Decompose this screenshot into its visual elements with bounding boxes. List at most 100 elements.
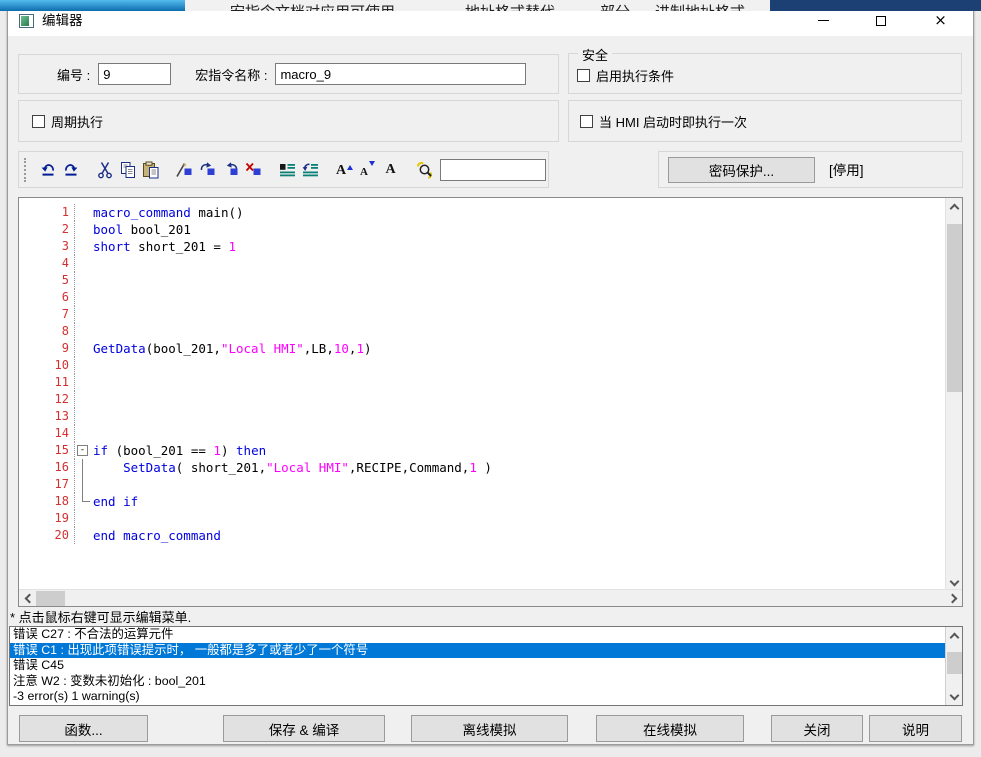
background-window-fragment (770, 0, 981, 11)
line-number: 13 (19, 408, 75, 425)
code-line: 17 (19, 476, 946, 493)
cut-icon[interactable] (93, 158, 116, 182)
code-editor[interactable]: 1 macro_command main() 2 bool bool_2013shor… (18, 197, 963, 607)
macro-name-input[interactable] (275, 63, 526, 85)
code-line: 5 (19, 272, 946, 289)
font-enlarge-icon[interactable]: A (333, 158, 356, 182)
fold-column (75, 493, 93, 510)
run-on-startup-checkbox[interactable] (580, 115, 593, 128)
line-number: 16 (19, 459, 75, 476)
online-simulation-button[interactable]: 在线模拟 (596, 715, 744, 742)
horizontal-scroll-thumb[interactable] (36, 591, 65, 606)
scroll-right-button[interactable] (945, 590, 962, 607)
code-text: macro_command main() (93, 205, 244, 220)
redo-icon[interactable] (59, 158, 82, 182)
code-line: 20 end macro_command (19, 527, 946, 544)
paste-icon[interactable] (139, 158, 162, 182)
clear-bookmarks-icon[interactable] (242, 158, 265, 182)
save-compile-button[interactable]: 保存 & 编译 (223, 715, 385, 742)
compile-message-row[interactable]: 错误 C27 : 不合法的运算元件 (10, 627, 962, 643)
error-scroll-up-button[interactable] (946, 627, 963, 644)
editor-vertical-scrollbar[interactable] (945, 198, 962, 591)
functions-button[interactable]: 函数... (19, 715, 148, 742)
font-shrink-icon[interactable]: A (356, 158, 379, 182)
editor-horizontal-scrollbar[interactable] (19, 589, 962, 606)
compile-message-row[interactable]: 注意 W2 : 变数未初始化 : bool_201 (10, 674, 962, 690)
fold-column (75, 221, 93, 238)
fold-column (75, 527, 93, 544)
error-list-scrollbar[interactable] (945, 627, 962, 705)
periodic-checkbox[interactable] (32, 115, 45, 128)
line-number: 17 (19, 476, 75, 493)
background-strip: 宏指令文档对应用可使用 地址格式替代 部分 进制地址格式 (0, 0, 981, 11)
fold-column (75, 323, 93, 340)
font-normal-icon[interactable]: A (379, 158, 402, 182)
error-scroll-down-button[interactable] (946, 688, 963, 705)
undo-icon[interactable] (36, 158, 59, 182)
toolbar-grip[interactable] (24, 158, 28, 182)
fold-column (75, 204, 93, 221)
find-input[interactable] (440, 159, 546, 181)
code-view[interactable]: 1 macro_command main() 2 bool bool_2013shor… (19, 198, 946, 590)
code-line: 1 macro_command main() (19, 204, 946, 221)
macro-name-label: 宏指令名称 : (195, 65, 267, 84)
chevron-left-icon (24, 594, 34, 604)
next-bookmark-icon[interactable] (196, 158, 219, 182)
toggle-bookmark-icon[interactable] (173, 158, 196, 182)
compile-message-row[interactable]: 错误 C1 : 出现此项错误提示时， 一般都是多了或者少了一个符号 (10, 643, 962, 659)
code-line: 3short short_201 = 1 (19, 238, 946, 255)
number-label: 编号 : (57, 65, 90, 84)
vertical-scroll-thumb[interactable] (947, 224, 962, 392)
code-text: end macro_command (93, 528, 221, 543)
help-button[interactable]: 说明 (869, 715, 962, 742)
code-text: if (bool_201 == 1) then (93, 443, 266, 458)
error-scroll-thumb[interactable] (947, 652, 962, 674)
hint-text: * 点击鼠标右键可显示编辑菜单. (10, 607, 191, 626)
code-line: 10 (19, 357, 946, 374)
scroll-left-button[interactable] (19, 590, 36, 607)
run-on-startup-label: 当 HMI 启动时即执行一次 (599, 112, 747, 131)
fold-column (75, 476, 93, 493)
scroll-up-button[interactable] (946, 198, 963, 215)
code-line: 18end if (19, 493, 946, 510)
outdent-icon[interactable] (299, 158, 322, 182)
background-text-fragment: 宏指令文档对应用可使用 (230, 1, 395, 11)
compile-message-list[interactable]: 错误 C27 : 不合法的运算元件错误 C1 : 出现此项错误提示时， 一般都是… (9, 626, 963, 706)
chevron-up-icon (950, 203, 960, 213)
number-input[interactable] (98, 63, 171, 85)
fold-toggle[interactable]: - (75, 442, 93, 459)
code-line: 19 (19, 510, 946, 527)
line-number: 1 (19, 204, 75, 221)
fold-column (75, 289, 93, 306)
compile-message-row[interactable]: 错误 C45 (10, 658, 962, 674)
code-line: 4 (19, 255, 946, 272)
fold-column (75, 255, 93, 272)
copy-icon[interactable] (116, 158, 139, 182)
maximize-icon (876, 16, 886, 26)
app-icon (19, 14, 34, 28)
code-text: short short_201 = 1 (93, 239, 236, 254)
fold-column (75, 408, 93, 425)
compile-message-row[interactable]: -3 error(s) 1 warning(s) (10, 689, 962, 705)
line-number: 2 (19, 221, 75, 238)
close-dialog-button[interactable]: 关闭 (771, 715, 863, 742)
code-line: 8 (19, 323, 946, 340)
macro-id-group: 编号 : 宏指令名称 : (18, 54, 559, 94)
fold-column (75, 510, 93, 527)
offline-simulation-button[interactable]: 离线模拟 (411, 715, 568, 742)
code-line: 13 (19, 408, 946, 425)
password-protect-button[interactable]: 密码保护... (668, 157, 815, 183)
line-number: 20 (19, 527, 75, 544)
security-group: 安全 启用执行条件 (568, 53, 962, 94)
chevron-right-icon (947, 594, 957, 604)
line-number: 10 (19, 357, 75, 374)
password-status: [停用] (829, 152, 864, 189)
fold-column (75, 272, 93, 289)
enable-condition-checkbox[interactable] (577, 69, 590, 82)
indent-icon[interactable] (276, 158, 299, 182)
periodic-group: 周期执行 (18, 100, 559, 142)
code-line: 11 (19, 374, 946, 391)
find-icon[interactable] (413, 158, 436, 182)
prev-bookmark-icon[interactable] (219, 158, 242, 182)
code-text: bool bool_201 (93, 222, 191, 237)
